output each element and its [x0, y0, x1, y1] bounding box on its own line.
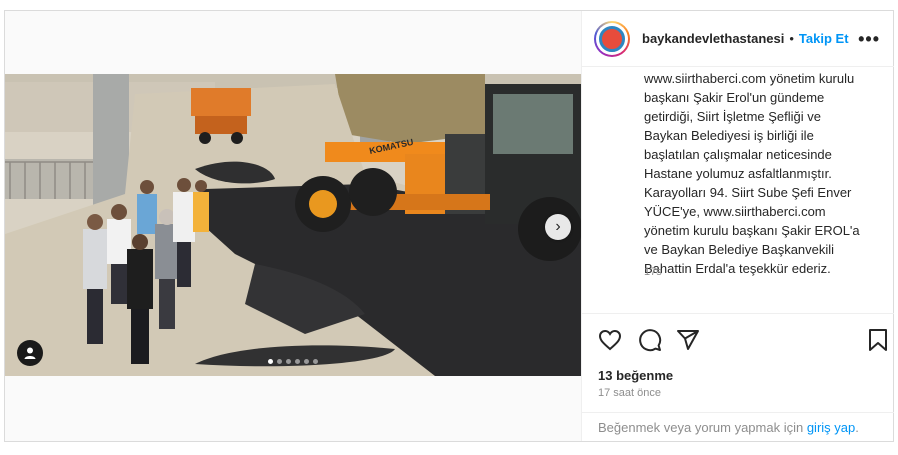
post-caption: www.siirthaberci.com yönetim kurulu başk…	[644, 69, 888, 278]
caption-line: www.siirthaberci.com yönetim kurulu	[644, 71, 855, 86]
bookmark-icon[interactable]	[866, 328, 890, 352]
post-header: baykandevlethastanesi • Takip Et •••	[582, 11, 894, 67]
carousel-dot	[268, 359, 273, 364]
carousel-dot	[295, 359, 300, 364]
instagram-post-card: KOMATSU › baykandevlethastanesi • Takip …	[4, 10, 894, 442]
caption-line: Karayolları 94. Siirt Sube Şefi Enver	[644, 185, 852, 200]
more-options-icon[interactable]: •••	[858, 29, 880, 50]
login-prompt-text: Beğenmek veya yorum yapmak için	[598, 420, 804, 435]
tagged-users-button[interactable]	[17, 340, 43, 366]
action-bar	[582, 313, 894, 363]
follow-button[interactable]: Takip Et	[799, 31, 849, 46]
carousel-dot	[304, 359, 309, 364]
caption-timestamp: 17s	[644, 266, 662, 278]
caption-line: Hastane yolumuz asfaltlanmıştır.	[644, 166, 832, 181]
carousel-dot	[313, 359, 318, 364]
post-sidebar: baykandevlethastanesi • Takip Et ••• www…	[581, 11, 894, 441]
post-photo[interactable]: KOMATSU ›	[5, 74, 581, 376]
caption-line: Baykan Belediyesi iş birliği ile	[644, 128, 814, 143]
caption-line: başkanı Şakir Erol'un gündeme	[644, 90, 825, 105]
user-tag-icon	[24, 347, 36, 359]
next-image-button[interactable]: ›	[545, 214, 571, 240]
caption-line: getirdiği, Siirt İşletme Şefliği ve	[644, 109, 822, 124]
caption-line: yönetim kurulu başkanı Şakir EROL'a	[644, 223, 860, 238]
likes-count[interactable]: 13 beğenme	[598, 368, 673, 383]
hospital-logo-icon	[599, 25, 625, 52]
caption-line: Bahattin Erdal'a teşekkür ederiz.	[644, 261, 831, 276]
heart-icon[interactable]	[598, 328, 622, 352]
login-prompt-bar: Beğenmek veya yorum yapmak için giriş ya…	[582, 412, 894, 441]
carousel-indicator	[268, 359, 318, 364]
login-prompt-suffix: .	[855, 420, 859, 435]
media-column: KOMATSU ›	[5, 11, 581, 441]
post-timestamp[interactable]: 17 saat önce	[598, 387, 661, 399]
carousel-dot	[286, 359, 291, 364]
caption-line: YÜCE'ye, www.siirthaberci.com	[644, 204, 826, 219]
share-icon[interactable]	[676, 328, 700, 352]
caption-line: başlatılan çalışmalar neticesinde	[644, 147, 832, 162]
avatar[interactable]	[594, 20, 630, 57]
chevron-right-icon: ›	[555, 218, 561, 235]
login-link[interactable]: giriş yap	[807, 420, 855, 435]
avatar-frame	[596, 22, 628, 55]
username-link[interactable]: baykandevlethastanesi	[642, 31, 784, 46]
caption-line: ve Baykan Belediye Başkanvekili	[644, 242, 835, 257]
comment-icon[interactable]	[638, 328, 662, 352]
road-paving-photo: KOMATSU	[5, 74, 581, 376]
carousel-dot	[277, 359, 282, 364]
header-separator: •	[789, 31, 794, 46]
